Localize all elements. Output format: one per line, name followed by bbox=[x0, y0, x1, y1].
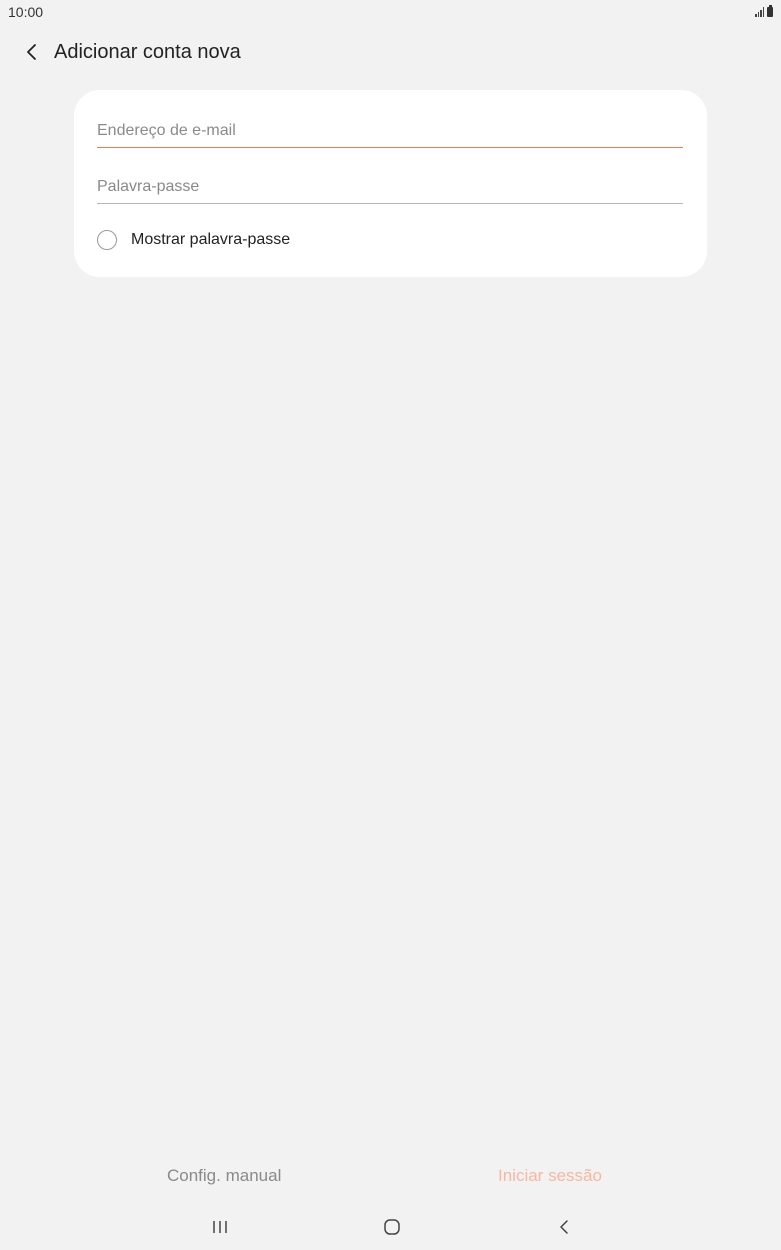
email-field[interactable] bbox=[97, 116, 683, 146]
password-field-container bbox=[97, 172, 683, 208]
account-form-card: Mostrar palavra-passe bbox=[74, 90, 707, 277]
manual-setup-button[interactable]: Config. manual bbox=[167, 1166, 281, 1186]
page-title: Adicionar conta nova bbox=[54, 40, 241, 63]
password-field[interactable] bbox=[97, 172, 683, 202]
password-field-underline bbox=[97, 203, 683, 204]
recent-apps-icon bbox=[213, 1221, 227, 1233]
add-account-screen: 10:00 Adicionar conta nova Mostrar palav… bbox=[0, 0, 781, 1250]
battery-icon bbox=[767, 5, 773, 17]
status-time: 10:00 bbox=[8, 4, 44, 20]
show-password-radio[interactable] bbox=[97, 230, 117, 250]
bottom-actions: Config. manual Iniciar sessão bbox=[0, 1160, 781, 1194]
status-bar: 10:00 bbox=[0, 0, 781, 24]
email-field-container bbox=[97, 116, 683, 152]
system-nav-bar bbox=[0, 1206, 781, 1250]
email-field-underline bbox=[97, 146, 683, 148]
show-password-toggle[interactable]: Mostrar palavra-passe bbox=[97, 230, 290, 250]
recent-apps-button[interactable] bbox=[200, 1212, 240, 1242]
sign-in-button[interactable]: Iniciar sessão bbox=[498, 1166, 602, 1186]
home-button[interactable] bbox=[372, 1212, 412, 1242]
back-icon bbox=[560, 1220, 568, 1234]
system-back-button[interactable] bbox=[544, 1212, 584, 1242]
status-icons bbox=[755, 5, 773, 17]
chevron-left-icon bbox=[27, 44, 36, 60]
back-button[interactable] bbox=[12, 32, 52, 72]
show-password-label: Mostrar palavra-passe bbox=[131, 231, 291, 248]
signal-icon bbox=[755, 7, 764, 17]
app-bar: Adicionar conta nova bbox=[0, 30, 781, 74]
home-icon bbox=[384, 1219, 400, 1235]
